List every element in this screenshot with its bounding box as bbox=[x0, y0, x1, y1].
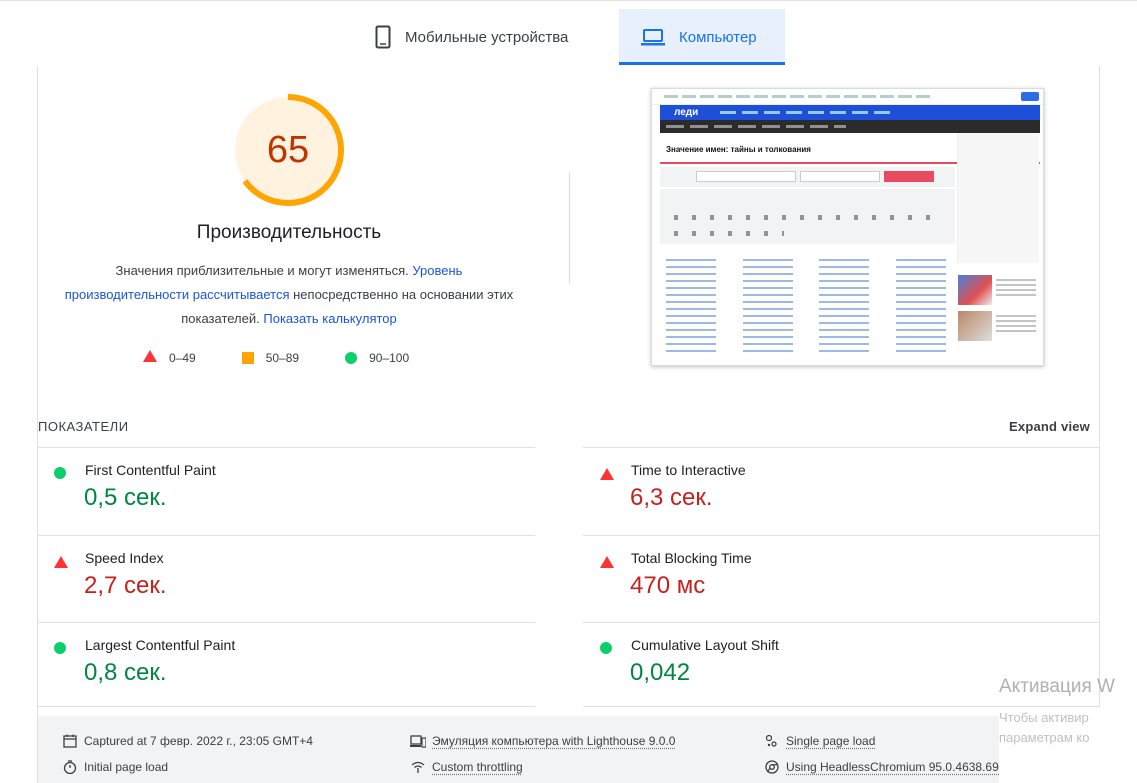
metrics-divider bbox=[583, 447, 1100, 448]
red-triangle-icon bbox=[600, 555, 614, 573]
thumb-nav: леди bbox=[660, 105, 1040, 120]
chrome-icon bbox=[764, 759, 780, 775]
metric-value: 0,042 bbox=[630, 659, 691, 686]
device-tabs: Мобильные устройства Компьютер bbox=[0, 0, 1137, 66]
metric-speed-index: Speed Index 2,7 сек. bbox=[38, 550, 538, 632]
metrics-section-label: ПОКАЗАТЕЛИ bbox=[38, 419, 129, 434]
metrics-divider bbox=[583, 535, 1100, 536]
thumb-subnav bbox=[660, 120, 1040, 133]
tab-mobile-label: Мобильные устройства bbox=[405, 28, 569, 46]
metric-value: 2,7 сек. bbox=[84, 572, 167, 599]
metrics-divider bbox=[38, 447, 535, 448]
legend-fail-label: 0–49 bbox=[169, 350, 196, 365]
thumb-ad-image-2 bbox=[958, 311, 992, 341]
initial-page-load-text: Initial page load bbox=[84, 760, 169, 774]
thumb-alphabet bbox=[660, 189, 955, 244]
expand-view-button[interactable]: Expand view bbox=[1009, 419, 1090, 434]
timer-icon bbox=[62, 759, 78, 775]
legend-average: 50–89 bbox=[241, 350, 300, 365]
metric-value: 6,3 сек. bbox=[630, 484, 713, 511]
calendar-icon bbox=[62, 733, 78, 749]
vertical-divider bbox=[569, 172, 570, 284]
score-value: 65 bbox=[266, 128, 310, 171]
metric-title: First Contentful Paint bbox=[85, 462, 216, 478]
metric-value: 0,5 сек. bbox=[84, 484, 167, 511]
device-emulation[interactable]: Эмуляция компьютера with Lighthouse 9.0.… bbox=[410, 733, 675, 749]
red-triangle-icon bbox=[54, 555, 68, 573]
metrics-divider bbox=[38, 535, 535, 536]
network-throttling-text: Custom throttling bbox=[432, 760, 523, 774]
metric-tbt: Total Blocking Time 470 мс bbox=[584, 550, 1084, 632]
metric-tti: Time to Interactive 6,3 сек. bbox=[584, 462, 1084, 544]
thumb-search bbox=[660, 167, 955, 187]
laptop-icon bbox=[641, 28, 665, 46]
devices-icon bbox=[410, 733, 426, 749]
legend-pass: 90–100 bbox=[345, 351, 409, 365]
metrics-divider bbox=[583, 706, 1100, 707]
activation-watermark-line: параметрам ко bbox=[999, 730, 1090, 745]
metrics-divider bbox=[38, 706, 535, 707]
thumb-ad-text bbox=[996, 279, 1036, 297]
metric-value: 470 мс bbox=[630, 572, 706, 599]
final-screenshot[interactable]: леди Значение имен: тайны и толкования bbox=[651, 88, 1044, 366]
metric-fcp: First Contentful Paint 0,5 сек. bbox=[38, 462, 538, 544]
captured-at: Captured at 7 февр. 2022 г., 23:05 GMT+4 bbox=[62, 733, 313, 749]
red-triangle-icon bbox=[600, 467, 614, 485]
score-title: Производительность bbox=[196, 222, 382, 243]
description-text-1: Значения приблизительные и могут изменят… bbox=[115, 263, 409, 278]
network-throttling[interactable]: Custom throttling bbox=[410, 759, 523, 775]
legend-pass-label: 90–100 bbox=[369, 350, 410, 365]
score-description: Значения приблизительные и могут изменят… bbox=[58, 259, 520, 331]
green-circle-icon bbox=[345, 351, 358, 364]
device-emulation-text: Эмуляция компьютера with Lighthouse 9.0.… bbox=[432, 734, 676, 748]
legend-fail: 0–49 bbox=[143, 350, 196, 365]
thumb-ad-image bbox=[958, 275, 992, 305]
metric-title: Speed Index bbox=[85, 550, 164, 566]
metric-title: Largest Contentful Paint bbox=[85, 637, 236, 653]
smartphone-icon bbox=[375, 25, 391, 49]
panel-border-right bbox=[1099, 66, 1100, 706]
green-circle-icon bbox=[54, 642, 66, 654]
wifi-icon bbox=[410, 759, 426, 775]
browser-info-text: Using HeadlessChromium 95.0.4638.69 with… bbox=[786, 760, 999, 774]
calculator-link[interactable]: Показать калькулятор bbox=[263, 311, 396, 326]
legend-average-label: 50–89 bbox=[265, 350, 300, 365]
thumb-heading: Значение имен: тайны и толкования bbox=[666, 145, 811, 154]
metric-title: Total Blocking Time bbox=[631, 550, 752, 566]
initial-page-load: Initial page load bbox=[62, 759, 168, 775]
metrics-divider bbox=[583, 622, 1100, 623]
metrics-divider bbox=[38, 622, 535, 623]
single-page-load[interactable]: Single page load bbox=[764, 733, 875, 749]
metric-title: Cumulative Layout Shift bbox=[631, 637, 779, 653]
thumb-sidebar bbox=[957, 133, 1039, 263]
green-circle-icon bbox=[600, 642, 612, 654]
browser-info[interactable]: Using HeadlessChromium 95.0.4638.69 with… bbox=[764, 759, 999, 775]
tab-desktop[interactable]: Компьютер bbox=[619, 9, 785, 65]
single-page-load-text: Single page load bbox=[786, 734, 876, 748]
activation-watermark-title: Активация W bbox=[999, 676, 1115, 697]
orange-square-icon bbox=[241, 351, 254, 364]
tab-mobile[interactable]: Мобильные устройства bbox=[355, 9, 619, 65]
thumb-name-columns bbox=[666, 259, 946, 359]
metric-title: Time to Interactive bbox=[631, 462, 746, 478]
thumb-logo: леди bbox=[674, 107, 699, 118]
activation-watermark-text: Чтобы активир параметрам ко bbox=[999, 708, 1090, 748]
score-legend: 0–49 50–89 90–100 bbox=[143, 350, 455, 365]
tab-desktop-label: Компьютер bbox=[679, 28, 757, 46]
captured-at-text: Captured at 7 февр. 2022 г., 23:05 GMT+4 bbox=[84, 734, 313, 748]
activation-watermark-line: Чтобы активир bbox=[999, 710, 1089, 725]
thumb-ad-text-2 bbox=[996, 315, 1036, 333]
runtime-settings: Captured at 7 февр. 2022 г., 23:05 GMT+4… bbox=[38, 716, 999, 783]
circles-icon bbox=[764, 733, 780, 749]
red-triangle-icon bbox=[143, 350, 157, 365]
green-circle-icon bbox=[54, 467, 66, 479]
thumb-topbar bbox=[652, 89, 1043, 105]
metric-value: 0,8 сек. bbox=[84, 659, 167, 686]
